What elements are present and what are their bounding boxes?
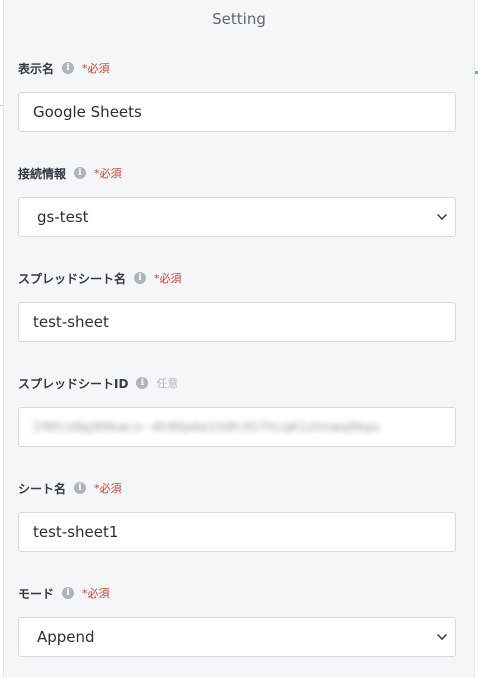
input-value: Google Sheets [33,103,142,121]
optional-tag: 任意 [156,377,179,390]
required-tag: *必須 [154,272,182,285]
field-mode: モード i *必須 Append [18,583,456,657]
info-icon[interactable]: i [74,167,87,179]
panel-title: Setting [212,10,266,28]
field-label-row: 表示名 i *必須 [18,58,456,78]
field-label: スプレッドシート名 [18,271,127,286]
display-name-input[interactable]: Google Sheets [18,92,456,132]
field-label-row: 接続情報 i *必須 [18,163,456,183]
info-icon[interactable]: i [134,272,147,284]
info-icon[interactable]: i [62,62,75,74]
field-display-name: 表示名 i *必須 Google Sheets [18,58,456,132]
connection-select[interactable]: gs-test [18,197,456,237]
required-tag: *必須 [82,587,110,600]
mode-select[interactable]: Append [18,617,456,657]
field-label: 表示名 [18,61,55,76]
select-value: gs-test [37,208,89,226]
field-label-row: スプレッドシートID i 任意 [18,373,456,393]
chevron-down-icon [437,630,447,640]
field-label: シート名 [18,481,67,496]
field-label-row: スプレッドシート名 i *必須 [18,268,456,288]
chevron-down-icon [437,210,447,220]
field-label: 接続情報 [18,166,67,181]
required-tag: *必須 [82,62,110,75]
settings-panel: Setting 表示名 i *必須 Google Sheets 接続情報 i *… [3,0,475,678]
field-spreadsheet-id: スプレッドシートID i 任意 1f6fcx8pJ99kwcx--4h90p6e… [18,373,456,447]
input-value-blurred: 1f6fcx8pJ99kwcx--4h90p6e1S9h3G7hcqK1xhnw… [33,420,380,434]
field-spreadsheet-name: スプレッドシート名 i *必須 test-sheet [18,268,456,342]
info-icon[interactable]: i [62,587,75,599]
required-tag: *必須 [94,167,122,180]
field-connection: 接続情報 i *必須 gs-test [18,163,456,237]
input-value: test-sheet1 [33,523,119,541]
required-tag: *必須 [94,482,122,495]
info-icon[interactable]: i [74,482,87,494]
field-label-row: シート名 i *必須 [18,478,456,498]
sheet-name-input[interactable]: test-sheet1 [18,512,456,552]
spreadsheet-id-input[interactable]: 1f6fcx8pJ99kwcx--4h90p6e1S9h3G7hcqK1xhnw… [18,407,456,447]
field-sheet-name: シート名 i *必須 test-sheet1 [18,478,456,552]
spreadsheet-name-input[interactable]: test-sheet [18,302,456,342]
input-value: test-sheet [33,313,109,331]
select-value: Append [37,628,95,646]
field-label-row: モード i *必須 [18,583,456,603]
field-label: モード [18,586,55,601]
info-icon[interactable]: i [136,377,149,389]
field-label: スプレッドシートID [18,376,129,391]
